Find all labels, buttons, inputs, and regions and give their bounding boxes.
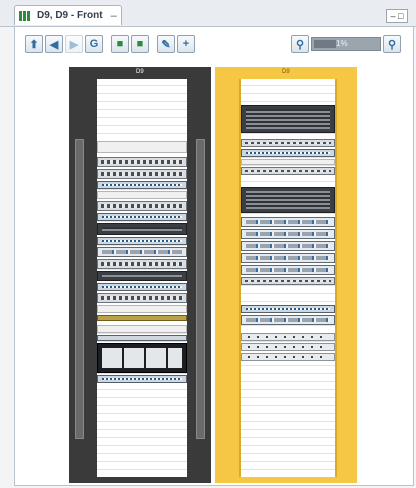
view-a-button[interactable]: ■ bbox=[111, 35, 129, 53]
plus-icon: + bbox=[182, 38, 190, 50]
rack-device[interactable] bbox=[97, 325, 187, 333]
rack-device[interactable] bbox=[241, 167, 335, 175]
zoom-slider[interactable]: 1% bbox=[311, 37, 381, 51]
rack-device[interactable] bbox=[241, 149, 335, 157]
rack-right-slots bbox=[239, 79, 337, 477]
rack-device[interactable] bbox=[241, 265, 335, 275]
rack-left-rail-left bbox=[75, 139, 84, 439]
rack-panel: ⬆ ◀ ▶ G ■ ■ ✎ + ⚲ 1% ⚲ D9 D9 bbox=[14, 26, 414, 486]
tab-title: D9, D9 - Front bbox=[37, 10, 103, 21]
refresh-button[interactable]: G bbox=[85, 35, 103, 53]
rack-device[interactable] bbox=[97, 271, 187, 281]
rewind-icon: ◀ bbox=[49, 38, 59, 51]
zoom-in-icon: ⚲ bbox=[387, 38, 397, 51]
refresh-icon: G bbox=[89, 38, 99, 50]
rack-device[interactable] bbox=[97, 335, 187, 341]
rack-left-rail-right bbox=[196, 139, 205, 439]
add-button[interactable]: + bbox=[177, 35, 195, 53]
rack-device[interactable] bbox=[97, 169, 187, 179]
rack-device[interactable] bbox=[97, 201, 187, 211]
tab-close-icon[interactable]: – bbox=[111, 10, 117, 22]
rack-device[interactable] bbox=[97, 191, 187, 199]
zoom-out-icon: ⚲ bbox=[295, 38, 305, 51]
rack-device[interactable] bbox=[241, 187, 335, 213]
first-button[interactable]: ◀ bbox=[45, 35, 63, 53]
shield-icon: ■ bbox=[136, 38, 144, 50]
rack-device[interactable] bbox=[97, 375, 187, 383]
rack-left-slots bbox=[97, 79, 187, 477]
rack-device[interactable] bbox=[97, 305, 187, 313]
edit-icon: ✎ bbox=[161, 38, 171, 51]
rack-device[interactable] bbox=[241, 105, 335, 133]
edit-button[interactable]: ✎ bbox=[157, 35, 175, 53]
rack-device[interactable] bbox=[97, 181, 187, 189]
rack-device[interactable] bbox=[97, 283, 187, 291]
rack-left-label: D9 bbox=[136, 69, 144, 75]
rack-device[interactable] bbox=[241, 315, 335, 325]
zoom-level: 1% bbox=[336, 39, 348, 48]
rack-device[interactable] bbox=[241, 343, 335, 351]
zoom-out-button[interactable]: ⚲ bbox=[291, 35, 309, 53]
rack-device[interactable] bbox=[97, 237, 187, 245]
toolbar: ⬆ ◀ ▶ G ■ ■ ✎ + ⚲ 1% ⚲ bbox=[15, 27, 413, 61]
rack-stage: D9 D9 bbox=[69, 67, 375, 483]
rack-device[interactable] bbox=[241, 353, 335, 361]
rack-right-label: D9 bbox=[282, 69, 290, 75]
view-b-button[interactable]: ■ bbox=[131, 35, 149, 53]
rack-icon bbox=[19, 10, 33, 21]
move-up-button[interactable]: ⬆ bbox=[25, 35, 43, 53]
rack-right[interactable]: D9 bbox=[215, 67, 357, 483]
rack-device[interactable] bbox=[241, 333, 335, 341]
rack-device[interactable] bbox=[97, 157, 187, 167]
rack-device[interactable] bbox=[241, 253, 335, 263]
rack-device[interactable] bbox=[97, 213, 187, 221]
up-arrow-icon: ⬆ bbox=[29, 38, 39, 51]
rack-device[interactable] bbox=[241, 305, 335, 313]
zoom-in-button[interactable]: ⚲ bbox=[383, 35, 401, 53]
rack-device[interactable] bbox=[97, 315, 187, 321]
zoom-slider-fill bbox=[314, 40, 336, 48]
rack-device[interactable] bbox=[241, 159, 335, 165]
rack-device[interactable] bbox=[97, 343, 187, 373]
rack-device[interactable] bbox=[241, 139, 335, 147]
tab-rack-front[interactable]: D9, D9 - Front – bbox=[14, 5, 122, 25]
stack-icon: ■ bbox=[116, 38, 124, 50]
rack-device[interactable] bbox=[97, 223, 187, 235]
rack-left[interactable]: D9 bbox=[69, 67, 211, 483]
rack-device[interactable] bbox=[241, 241, 335, 251]
rack-view-window: D9, D9 - Front – – □ ⬆ ◀ ▶ G ■ ■ ✎ + ⚲ 1… bbox=[0, 0, 416, 488]
rack-device[interactable] bbox=[241, 277, 335, 285]
rack-device[interactable] bbox=[241, 229, 335, 239]
tab-bar: D9, D9 - Front – – □ bbox=[0, 0, 416, 27]
rack-device[interactable] bbox=[241, 217, 335, 227]
next-button[interactable]: ▶ bbox=[65, 35, 83, 53]
rack-device[interactable] bbox=[97, 247, 187, 257]
window-controls[interactable]: – □ bbox=[386, 9, 408, 23]
forward-icon: ▶ bbox=[69, 38, 79, 51]
rack-device[interactable] bbox=[97, 293, 187, 303]
rack-device[interactable] bbox=[97, 141, 187, 153]
rack-device[interactable] bbox=[97, 259, 187, 269]
